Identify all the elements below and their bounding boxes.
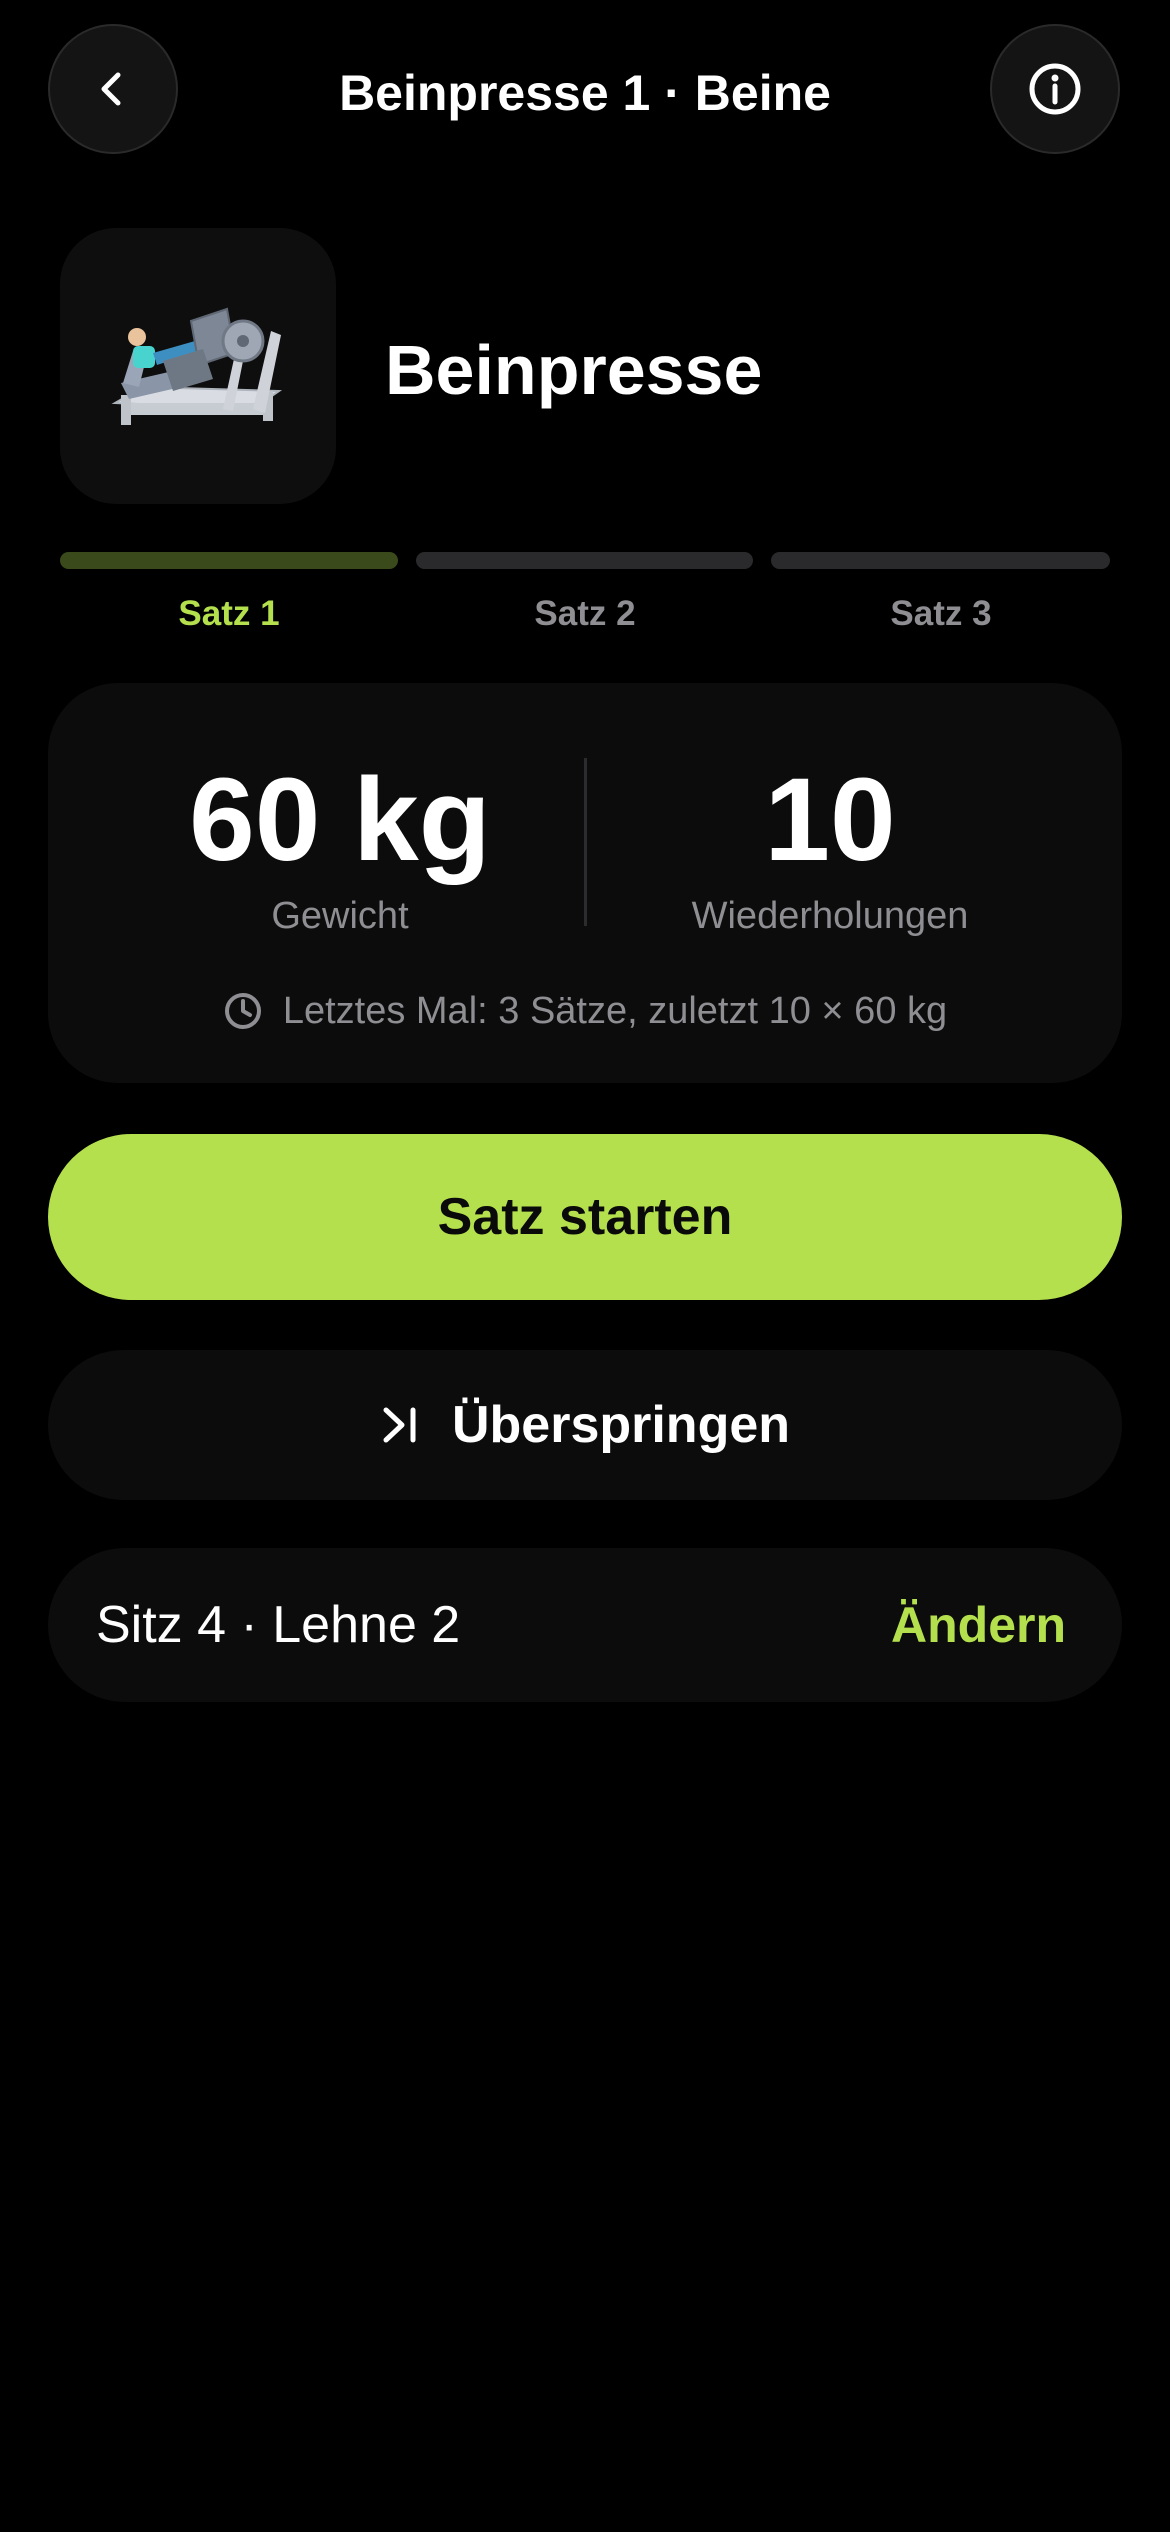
machine-settings-text: Sitz 4 · Lehne 2	[96, 1596, 461, 1654]
info-circle-icon	[1029, 63, 1081, 115]
clock-icon	[224, 993, 261, 1029]
weight-label: Gewicht	[271, 895, 409, 937]
last-session-text: Letztes Mal: 3 Sätze, zuletzt 10 × 60 kg	[282, 990, 948, 1032]
last-session-info: Letztes Mal: 3 Sätze, zuletzt 10 × 60 kg	[48, 985, 1122, 1037]
info-button[interactable]	[990, 24, 1120, 154]
weight-value[interactable]: 60 kg	[120, 755, 560, 885]
skip-button[interactable]: Überspringen	[48, 1350, 1122, 1500]
machine-name: Beinpresse	[385, 331, 763, 409]
exercise-screen: Beinpresse 1 · Beine Beinpresse Satz 1 S…	[0, 0, 1170, 2532]
set-3-progress	[771, 552, 1110, 569]
set-3-label[interactable]: Satz 3	[771, 590, 1111, 638]
change-settings-button[interactable]: Ändern	[891, 1596, 1066, 1654]
reps-value[interactable]: 10	[610, 755, 1050, 885]
skip-label: Überspringen	[451, 1396, 791, 1454]
skip-forward-icon	[383, 1407, 416, 1443]
set-1-label[interactable]: Satz 1	[59, 590, 399, 638]
set-2-label[interactable]: Satz 2	[415, 590, 755, 638]
leg-press-machine-icon	[111, 307, 283, 425]
back-button[interactable]	[48, 24, 178, 154]
stats-divider	[584, 758, 587, 926]
start-set-button[interactable]: Satz starten	[48, 1134, 1122, 1300]
machine-image	[60, 228, 336, 504]
machine-settings-row: Sitz 4 · Lehne 2 Ändern	[48, 1548, 1122, 1702]
chevron-left-icon	[101, 72, 121, 106]
page-title: Beinpresse 1 · Beine	[339, 65, 831, 121]
set-2-progress	[416, 552, 753, 569]
reps-label: Wiederholungen	[691, 895, 969, 937]
set-1-progress	[60, 552, 398, 569]
